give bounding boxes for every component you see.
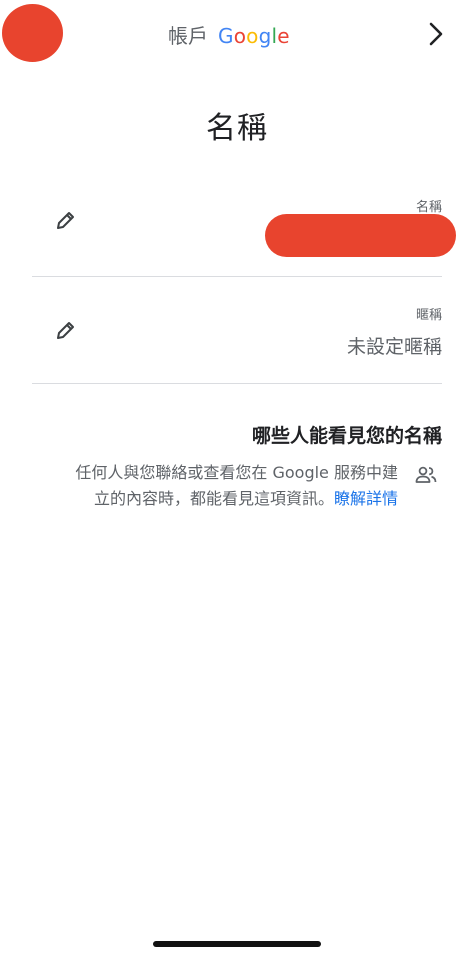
app-brand: 帳戶 G o o g l e bbox=[168, 22, 290, 50]
pencil-icon bbox=[57, 322, 74, 339]
nickname-row[interactable]: 暱稱 未設定暱稱 bbox=[32, 296, 442, 382]
visibility-line-1: 任何人與您聯絡或查看您在 Google 服務中建 bbox=[75, 463, 398, 482]
name-value-redacted bbox=[265, 214, 456, 257]
nickname-label: 暱稱 bbox=[415, 308, 442, 323]
page-title: 名稱 bbox=[206, 111, 268, 146]
avatar[interactable] bbox=[2, 4, 63, 62]
google-letter-o1: o bbox=[233, 24, 247, 48]
name-row[interactable]: 名稱 bbox=[32, 190, 456, 276]
divider bbox=[32, 276, 442, 277]
visibility-heading: 哪些人能看見您的名稱 bbox=[251, 425, 442, 447]
google-letter-e: e bbox=[277, 24, 290, 48]
divider bbox=[32, 383, 442, 384]
visibility-description: 任何人與您聯絡或查看您在 Google 服務中建 立的內容時，都能看見這項資訊。… bbox=[28, 460, 398, 512]
back-button[interactable] bbox=[422, 18, 450, 50]
home-indicator[interactable] bbox=[153, 941, 321, 947]
visibility-line-2: 立的內容時，都能看見這項資訊。瞭解詳情 bbox=[28, 486, 398, 512]
edit-nickname-button[interactable] bbox=[52, 316, 80, 344]
google-letter-g2: g bbox=[258, 24, 272, 48]
pencil-icon bbox=[57, 212, 74, 229]
google-logo: G o o g l e bbox=[218, 22, 290, 50]
visibility-line-2-text: 立的內容時，都能看見這項資訊。 bbox=[93, 489, 334, 508]
people-icon bbox=[415, 466, 437, 483]
account-title: 帳戶 bbox=[168, 24, 208, 48]
edit-name-button[interactable] bbox=[52, 206, 80, 234]
chevron-right-icon bbox=[429, 22, 443, 46]
name-label: 名稱 bbox=[415, 200, 442, 215]
nickname-value: 未設定暱稱 bbox=[346, 336, 442, 358]
learn-more-link[interactable]: 瞭解詳情 bbox=[334, 489, 398, 508]
google-letter-g: G bbox=[218, 24, 234, 48]
google-letter-o2: o bbox=[246, 24, 259, 48]
